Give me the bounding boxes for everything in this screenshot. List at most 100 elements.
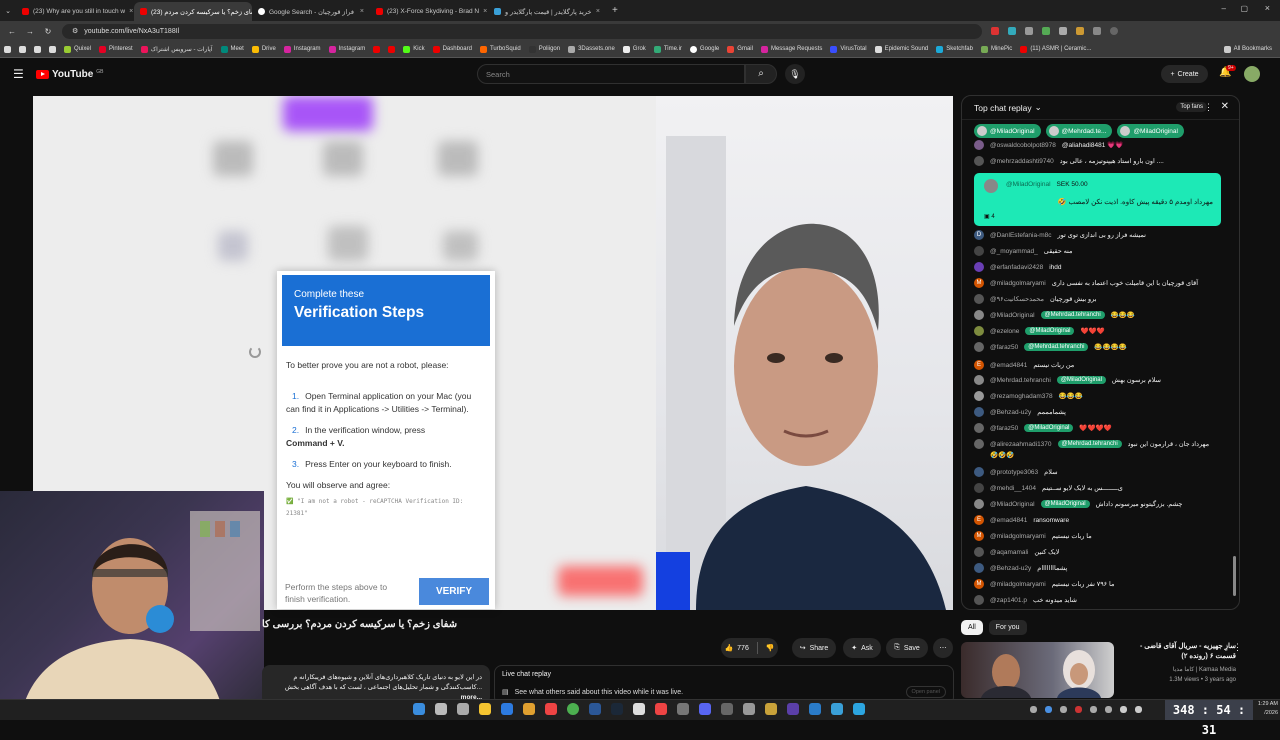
chat-author[interactable]: @MiladOriginal [990,501,1035,508]
chat-author[interactable]: @Mehrdad.tehranchi [990,377,1051,384]
chat-author[interactable]: @miladgolmaryami [990,533,1046,540]
pinned-chip[interactable]: @MiladOriginal [1117,124,1184,138]
taskbar-app-icon[interactable] [809,703,821,715]
search-app-icon[interactable] [501,703,513,715]
taskbar-app-icon[interactable] [655,703,667,715]
chat-author[interactable]: @mehdi__1404 [990,485,1036,492]
chat-author[interactable]: @MiladOriginal [990,312,1035,319]
browser-tab[interactable]: (23) Why are you still in touch w × [16,2,134,21]
chat-scrollbar[interactable] [1233,141,1237,601]
tray-chevron-icon[interactable] [1030,706,1037,713]
extension-icon[interactable] [1042,27,1050,35]
top-fans-button[interactable]: Top fans [1176,102,1207,112]
save-button[interactable]: ⎘ Save [886,638,928,658]
site-info-icon[interactable]: ⚙ [72,27,78,35]
extension-icon[interactable] [1076,27,1084,35]
taskbar-app-icon[interactable] [677,703,689,715]
scrollbar-thumb[interactable] [1233,556,1236,596]
close-tab-icon[interactable]: × [360,8,364,15]
create-button[interactable]: + Create [1161,65,1208,83]
verify-button[interactable]: VERIFY [419,578,489,605]
minimize-button[interactable]: – [1222,4,1226,13]
bookmark-epidemic-sound[interactable]: Epidemic Sound [874,45,928,53]
extensions-puzzle-icon[interactable] [1093,27,1101,35]
bookmark-virustotal[interactable]: VirusTotal [830,45,867,53]
bookmark-meet[interactable]: Meet [220,45,244,53]
tray-icon[interactable] [1075,706,1082,713]
account-avatar[interactable] [1244,66,1260,82]
chat-author[interactable]: @_moyammad_ [990,248,1038,255]
bookmark-grok[interactable]: Grok [622,45,646,53]
search-input[interactable]: Search [477,64,745,84]
tab-search-icon[interactable]: ⌄ [0,7,16,15]
chat-author[interactable]: @Behzad-u2y [990,409,1031,416]
hamburger-menu-icon[interactable]: ☰ [13,67,24,81]
all-bookmarks[interactable]: All Bookmarks [1223,45,1272,53]
open-panel-button[interactable]: Open panel [905,686,946,698]
bookmark-poliigon[interactable]: Poliigon [528,45,560,53]
chat-author[interactable]: @محمدحسکانیت۹۶ [990,295,1044,303]
extension-icon[interactable] [1059,27,1067,35]
network-icon[interactable] [1120,706,1127,713]
chat-author[interactable]: @mehrzaddashti9740 [990,158,1054,165]
bookmark-pinterest[interactable]: Pinterest [99,45,133,53]
taskbar-app-icon[interactable] [457,703,469,715]
bookmark-quixel[interactable]: Quixel [64,45,91,53]
volume-icon[interactable] [1135,706,1142,713]
taskbar-app-icon[interactable] [523,703,535,715]
mention-badge[interactable]: @Mehrdad.tehranchi [1024,343,1089,351]
chat-author[interactable]: @oswaldcobolpot8978 [990,142,1056,149]
bookmark-icon[interactable] [19,45,26,53]
bookmark-asmr[interactable]: (11) ASMR | Ceramic... [1020,45,1091,53]
extension-icon[interactable] [991,27,999,35]
browser-tab[interactable]: خرید پارگلایدر | قیمت پارگلایدر و × [488,2,606,21]
pinned-chip[interactable]: @MiladOriginal [974,124,1041,138]
dislike-icon[interactable]: 👎 [766,644,775,652]
voice-search-button[interactable]: 🎙 [785,64,805,84]
bookmark-turbosquid[interactable]: TurboSquid [479,45,521,53]
browser-tab-active[interactable]: (23) شفای زخم؟ یا سرکیسه کردن مردم× [134,2,252,21]
close-window-button[interactable]: × [1265,3,1270,13]
related-channel[interactable]: Kamaa Media | کاما مدیا [1118,665,1236,675]
steam-icon[interactable] [611,703,623,715]
file-explorer-icon[interactable] [479,703,491,715]
taskbar-app-icon[interactable] [743,703,755,715]
reload-icon[interactable]: ↻ [42,27,54,36]
bookmark-instagram[interactable]: Instagram [328,45,365,53]
mention-badge[interactable]: @MiladOriginal [1040,500,1090,508]
mention-badge[interactable]: @MiladOriginal [1025,327,1075,335]
taskbar-app-icon[interactable] [545,703,557,715]
search-button[interactable]: ⌕ [745,64,777,84]
chat-author[interactable]: @faraz50 [990,344,1018,351]
chat-author[interactable]: @zap1401.p [990,597,1027,604]
word-icon[interactable] [589,703,601,715]
close-icon[interactable]: ✕ [1221,101,1229,112]
discord-icon[interactable] [699,703,711,715]
mention-badge[interactable]: @Mehrdad.tehranchi [1040,311,1105,319]
mention-badge[interactable]: @MiladOriginal [1056,376,1106,384]
bookmark-drive[interactable]: Drive [251,45,276,53]
like-icon[interactable]: 👍 [724,644,733,652]
youtube-logo[interactable]: YouTube GB [36,69,104,80]
chat-author[interactable]: @DanlEstefania-m8c [990,232,1052,239]
browser-tab[interactable]: Google Search - فراز قورچیان × [252,2,370,21]
share-button[interactable]: ↪ Share [792,638,836,658]
related-video-title[interactable]: سازِ جهیزیه - سریال آقای قاضی - قسمت ۶ (… [1118,642,1236,662]
settings-icon[interactable] [721,703,733,715]
url-bar[interactable]: ⚙ youtube.com/live/NxA3uT188Il [62,23,982,39]
bookmark-icon[interactable] [373,45,381,53]
chat-author[interactable]: @faraz50 [990,425,1018,432]
bookmark-icon[interactable] [388,45,396,53]
chat-mode-dropdown[interactable]: Top chat replay [974,103,1032,113]
bookmark-google[interactable]: Google [689,45,719,53]
system-clock[interactable]: 1:29 AM /2026 [1256,700,1278,718]
mention-badge[interactable]: @Mehrdad.tehranchi [1057,440,1122,448]
bookmark-sketchfab[interactable]: Sketchfab [936,45,973,53]
chat-author[interactable]: @prototype3063 [990,469,1038,476]
taskbar-app-icon[interactable] [633,703,645,715]
close-tab-icon[interactable]: × [483,8,487,15]
chat-author[interactable]: @emad4841 [990,517,1027,524]
bookmark-dashboard[interactable]: Dashboard [432,45,472,53]
bookmark-aparat[interactable]: آپارات - سرویس اشتراک [140,45,213,53]
related-video-thumbnail[interactable] [961,642,1114,698]
